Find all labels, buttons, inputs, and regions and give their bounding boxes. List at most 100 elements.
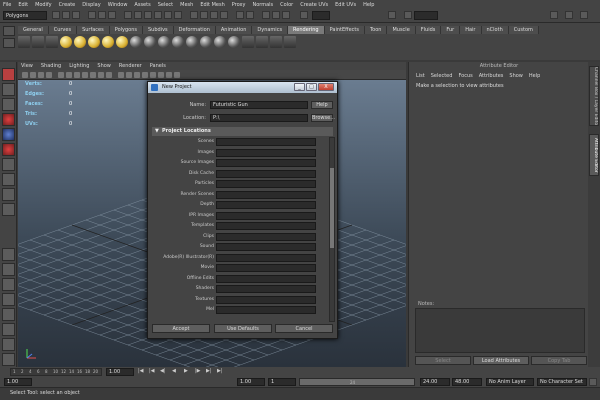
menu-color[interactable]: Color bbox=[280, 2, 293, 8]
shader-ball-icon[interactable] bbox=[130, 36, 142, 48]
scrollbar-thumb[interactable] bbox=[330, 168, 334, 248]
shader-ball-icon[interactable] bbox=[228, 36, 240, 48]
channel-box-icon[interactable] bbox=[388, 11, 396, 19]
ipr-images-field[interactable] bbox=[216, 211, 316, 220]
mask-icon[interactable] bbox=[134, 11, 142, 19]
tool-settings-icon[interactable] bbox=[550, 11, 558, 19]
spot-light-icon[interactable] bbox=[102, 36, 114, 48]
layout-single-icon[interactable] bbox=[2, 248, 15, 261]
shader-ball-icon[interactable] bbox=[144, 36, 156, 48]
menu-help[interactable]: Help bbox=[363, 2, 374, 8]
textured-icon[interactable] bbox=[150, 72, 156, 78]
images-field[interactable] bbox=[216, 148, 316, 157]
menu-select[interactable]: Select bbox=[158, 2, 173, 8]
menu-file[interactable]: File bbox=[3, 2, 11, 8]
ipr-render-icon[interactable] bbox=[272, 11, 280, 19]
tab-muscle[interactable]: Muscle bbox=[387, 26, 416, 34]
menu-normals[interactable]: Normals bbox=[252, 2, 273, 8]
menu-edit-mesh[interactable]: Edit Mesh bbox=[200, 2, 224, 8]
image-plane-icon[interactable] bbox=[46, 72, 52, 78]
step-forward-key-icon[interactable]: |▶ bbox=[195, 368, 201, 374]
tab-custom[interactable]: Custom bbox=[508, 26, 539, 34]
safe-title-icon[interactable] bbox=[106, 72, 112, 78]
lights-icon[interactable] bbox=[158, 72, 164, 78]
viewport-menu-show[interactable]: Show bbox=[97, 63, 111, 69]
select-object-icon[interactable] bbox=[98, 11, 106, 19]
tab-dynamics[interactable]: Dynamics bbox=[252, 26, 289, 34]
source-images-field[interactable] bbox=[216, 159, 316, 167]
input-field[interactable] bbox=[312, 11, 330, 20]
shader-ball-icon[interactable] bbox=[214, 36, 226, 48]
area-light-icon[interactable] bbox=[116, 36, 128, 48]
input-mode-icon[interactable] bbox=[300, 11, 308, 19]
menu-edit[interactable]: Edit bbox=[18, 2, 28, 8]
project-locations-header[interactable]: ▼ Project Locations bbox=[152, 127, 333, 136]
tab-curves[interactable]: Curves bbox=[48, 26, 78, 34]
viewport-menu-lighting[interactable]: Lighting bbox=[69, 63, 89, 69]
tab-toon[interactable]: Toon bbox=[364, 26, 388, 34]
input-field[interactable] bbox=[414, 11, 438, 20]
menu-display[interactable]: Display bbox=[82, 2, 100, 8]
resolution-gate-icon[interactable] bbox=[74, 72, 80, 78]
tab-hair[interactable]: Hair bbox=[460, 26, 482, 34]
maximize-button[interactable]: □ bbox=[306, 83, 317, 91]
menu-mesh[interactable]: Mesh bbox=[180, 2, 193, 8]
viewport-menu-shading[interactable]: Shading bbox=[41, 63, 61, 69]
preferences-icon[interactable] bbox=[589, 378, 597, 386]
camera-select-icon[interactable] bbox=[22, 72, 28, 78]
attr-menu-help[interactable]: Help bbox=[529, 73, 540, 79]
viewport-menu-panels[interactable]: Panels bbox=[150, 63, 166, 69]
layout-outliner-icon[interactable] bbox=[2, 293, 15, 306]
menu-edit-uvs[interactable]: Edit UVs bbox=[335, 2, 356, 8]
batch-render-icon[interactable] bbox=[284, 36, 296, 48]
tab-animation[interactable]: Animation bbox=[215, 26, 253, 34]
layout-custom-icon[interactable] bbox=[2, 353, 15, 366]
paint-select-tool-icon[interactable] bbox=[2, 98, 15, 111]
anim-layer-select[interactable]: No Anim Layer bbox=[486, 378, 534, 386]
load-attributes-button[interactable]: Load Attributes bbox=[473, 356, 529, 365]
history-icon[interactable] bbox=[246, 11, 254, 19]
copy-tab-button[interactable]: Copy Tab bbox=[531, 356, 587, 365]
clips-field[interactable] bbox=[216, 232, 316, 241]
attr-menu-selected[interactable]: Selected bbox=[431, 73, 453, 79]
templates-field[interactable] bbox=[216, 222, 316, 230]
use-defaults-button[interactable]: Use Defaults bbox=[214, 324, 272, 333]
tab-rendering[interactable]: Rendering bbox=[288, 26, 325, 34]
shelf-options-icon[interactable] bbox=[3, 38, 15, 48]
go-to-start-icon[interactable]: |◀ bbox=[138, 368, 144, 374]
step-forward-icon[interactable]: ▶| bbox=[206, 368, 212, 374]
layout-side-icon[interactable] bbox=[2, 278, 15, 291]
point-light-icon[interactable] bbox=[88, 36, 100, 48]
notes-textarea[interactable] bbox=[415, 308, 585, 353]
snap-plane-icon[interactable] bbox=[220, 11, 228, 19]
open-scene-icon[interactable] bbox=[62, 11, 70, 19]
step-back-icon[interactable]: |◀ bbox=[149, 368, 155, 374]
viewport-menu-view[interactable]: View bbox=[21, 63, 33, 69]
lasso-tool-icon[interactable] bbox=[2, 83, 15, 96]
character-set-select[interactable]: No Character Set bbox=[537, 378, 587, 386]
sound-field[interactable] bbox=[216, 243, 316, 251]
accept-button[interactable]: Accept bbox=[152, 324, 210, 333]
xray-icon[interactable] bbox=[142, 72, 148, 78]
go-to-end-icon[interactable]: ▶| bbox=[217, 368, 223, 374]
isolate-select-icon[interactable] bbox=[174, 72, 180, 78]
film-gate-icon[interactable] bbox=[66, 72, 72, 78]
directional-light-icon[interactable] bbox=[74, 36, 86, 48]
last-tool-icon[interactable] bbox=[2, 203, 15, 216]
tab-attribute-editor[interactable]: Attribute Editor bbox=[589, 134, 599, 176]
range-start-value[interactable]: 1 bbox=[268, 378, 296, 386]
render-icon[interactable] bbox=[262, 11, 270, 19]
universal-manipulator-icon[interactable] bbox=[2, 158, 15, 171]
input-mode-icon[interactable] bbox=[404, 11, 412, 19]
mask-icon[interactable] bbox=[164, 11, 172, 19]
menu-assets[interactable]: Assets bbox=[134, 2, 150, 8]
wireframe-icon[interactable] bbox=[118, 72, 124, 78]
tab-general[interactable]: General bbox=[18, 26, 49, 34]
rotate-tool-icon[interactable] bbox=[2, 128, 15, 141]
movie-field[interactable] bbox=[216, 264, 316, 272]
time-slider[interactable]: 1 2 4 6 8 10 12 14 16 18 20 1.00 |◀ |◀ ◀… bbox=[0, 367, 600, 377]
attribute-editor-icon[interactable] bbox=[565, 11, 573, 19]
shader-ball-icon[interactable] bbox=[186, 36, 198, 48]
channel-box-icon[interactable] bbox=[580, 11, 588, 19]
project-name-input[interactable]: Futuristic Gun bbox=[210, 101, 308, 109]
